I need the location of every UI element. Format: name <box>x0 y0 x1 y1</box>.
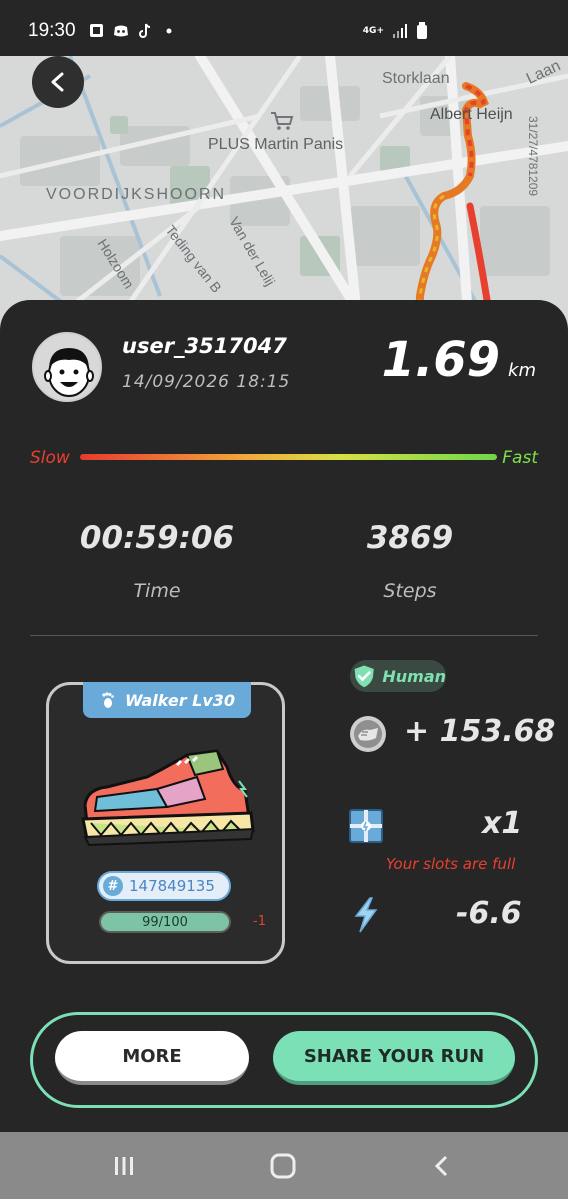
chevron-left-icon <box>434 1155 448 1177</box>
sneaker-image <box>81 749 255 847</box>
footprint-icon <box>102 692 114 708</box>
discord-icon <box>114 25 128 37</box>
sneaker-card[interactable]: Walker Lv30 # 147849135 99/100 -1 <box>46 682 285 964</box>
tiktok-icon <box>139 23 151 38</box>
hash-icon: # <box>103 876 123 896</box>
lightning-icon <box>354 897 378 933</box>
durability-bar: 99/100 <box>99 911 231 933</box>
map-label-voordijkshoorn: VOORDIJKSHOORN <box>46 186 227 203</box>
battery-icon <box>417 22 427 39</box>
system-icons: 4G+ <box>363 22 428 40</box>
slots-full-message: Your slots are full <box>386 855 516 873</box>
back-button[interactable] <box>32 56 84 108</box>
notification-icons <box>88 22 178 40</box>
home-icon <box>270 1153 296 1179</box>
steps-value: 3869 <box>366 520 454 556</box>
divider <box>30 635 538 636</box>
home-button[interactable] <box>267 1150 299 1182</box>
map-label-vertical: 31/27/4781209 <box>526 116 540 197</box>
shield-check-icon <box>354 665 374 688</box>
mystery-box-icon <box>349 809 383 843</box>
recent-apps-button[interactable] <box>108 1150 140 1182</box>
back-arrow-icon <box>51 72 64 92</box>
signal-icon <box>393 24 407 38</box>
steps-label: Steps <box>383 580 437 602</box>
app-notification-icon <box>90 24 103 37</box>
run-datetime: 14/09/2026 18:15 <box>122 372 291 392</box>
map-label-storklaan: Storklaan <box>382 70 450 87</box>
sneaker-name: Walker Lv30 <box>124 690 236 710</box>
durability-delta: -1 <box>253 914 266 929</box>
avatar-face-icon <box>44 348 94 397</box>
durability-value: 99/100 <box>142 914 188 930</box>
speed-fast-label: Fast <box>502 448 538 468</box>
token-coin-icon <box>350 716 386 752</box>
mystery-box-count: x1 <box>482 806 523 841</box>
dot-icon <box>166 28 172 34</box>
distance-unit: km <box>508 360 536 381</box>
avatar[interactable] <box>32 332 102 402</box>
sneaker-id: 147849135 <box>129 877 215 895</box>
distance-display: 1.69 km <box>382 332 536 388</box>
run-summary-card: user_3517047 14/09/2026 18:15 1.69 km Sl… <box>0 300 568 1132</box>
distance-value: 1.69 <box>381 332 501 388</box>
map-label-plus: PLUS Martin Panis <box>208 136 344 153</box>
status-time: 19:30 <box>28 20 76 41</box>
energy-value: -6.6 <box>456 896 522 931</box>
system-nav-bar <box>0 1132 568 1199</box>
time-label: Time <box>133 580 181 602</box>
sneaker-tag: Walker Lv30 <box>83 682 251 718</box>
human-badge: Human <box>350 660 446 692</box>
speed-gradient-bar <box>80 454 497 460</box>
map-label-albert-heijn: Albert Heijn <box>430 106 513 123</box>
action-buttons: MORE SHARE YOUR RUN <box>30 1012 538 1108</box>
speed-slow-label: Slow <box>30 448 70 468</box>
recent-apps-icon <box>115 1157 133 1175</box>
share-run-button[interactable]: SHARE YOUR RUN <box>273 1031 515 1085</box>
status-bar: 19:30 4G+ <box>0 0 568 56</box>
human-badge-label: Human <box>382 666 446 686</box>
sneaker-id-badge: # 147849135 <box>97 871 231 901</box>
time-value: 00:59:06 <box>79 520 235 556</box>
more-button[interactable]: MORE <box>55 1031 249 1085</box>
network-label: 4G+ <box>362 26 384 36</box>
system-back-button[interactable] <box>426 1150 458 1182</box>
username: user_3517047 <box>122 334 287 358</box>
token-reward-value: + 153.68 <box>404 714 556 749</box>
